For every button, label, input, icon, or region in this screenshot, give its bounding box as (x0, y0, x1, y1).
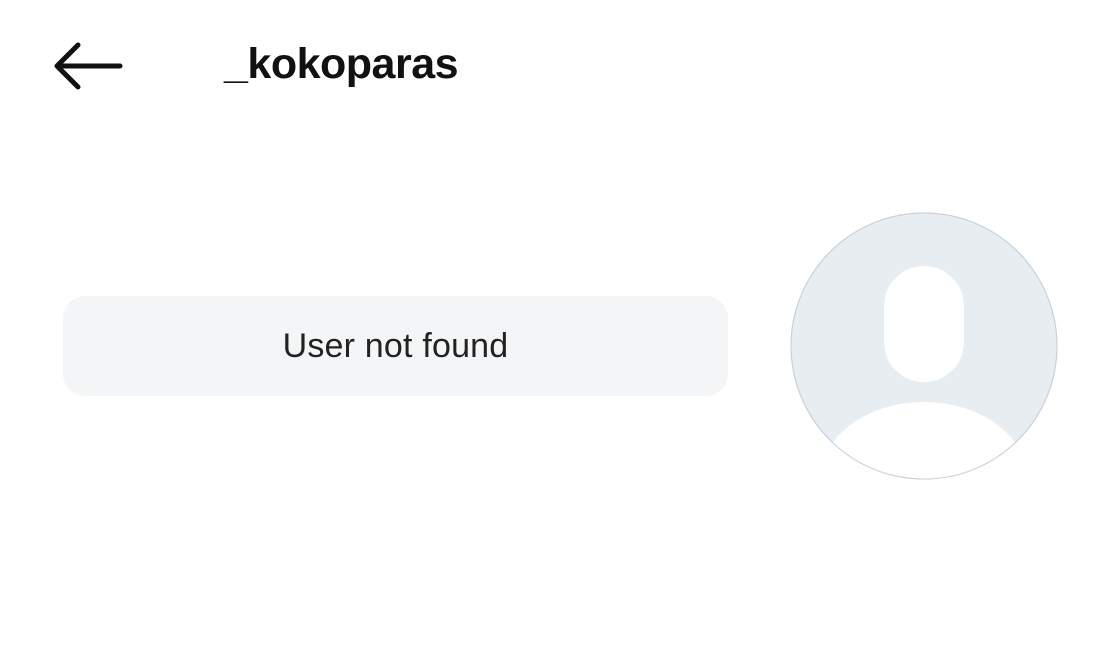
back-button[interactable] (40, 30, 136, 102)
avatar (790, 212, 1058, 480)
status-message: User not found (282, 327, 509, 365)
arrow-left-icon (54, 42, 123, 90)
page-title: _kokoparas (224, 40, 459, 88)
top-bar: _kokoparas (0, 0, 1120, 130)
status-message-box: User not found (63, 296, 728, 396)
default-avatar-icon (790, 212, 1058, 480)
